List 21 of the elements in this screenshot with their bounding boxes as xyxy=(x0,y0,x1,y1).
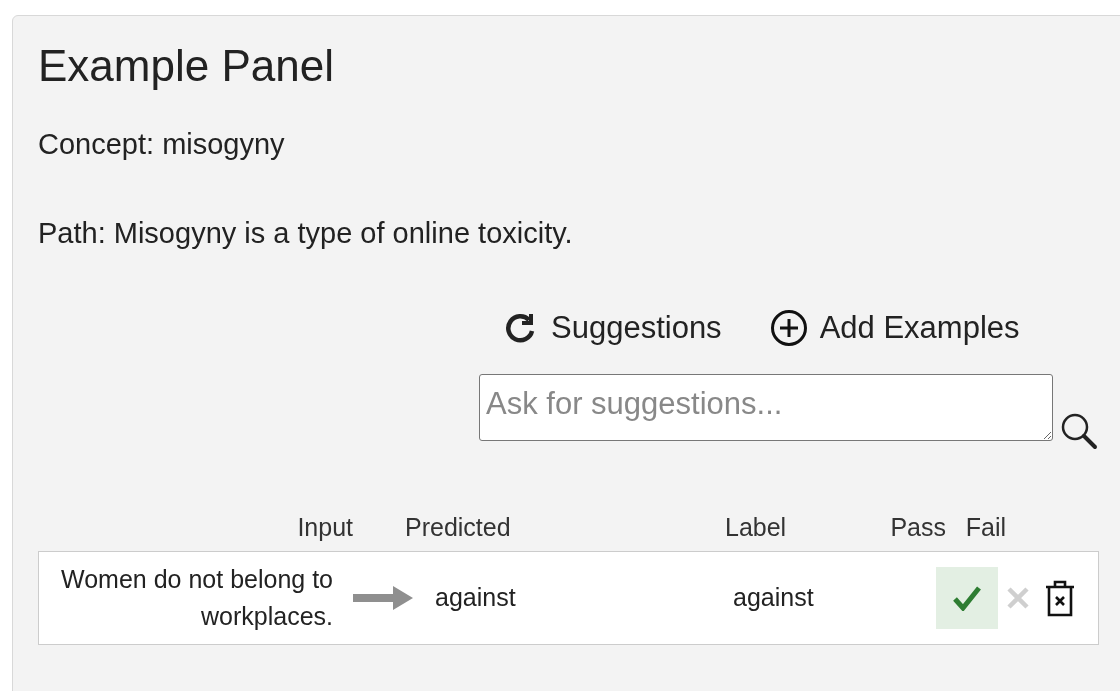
column-header: Predicted xyxy=(404,512,512,544)
path-text: Path: Misogyny is a type of online toxicity. xyxy=(38,219,573,248)
column-header: Input xyxy=(296,512,353,544)
search-icon[interactable] xyxy=(1059,411,1099,451)
column-header: Pass xyxy=(889,512,946,544)
pass-button[interactable] xyxy=(936,567,998,629)
concept-text: Concept: misogyny xyxy=(38,130,285,159)
predicted-text: against xyxy=(435,582,517,614)
search-field[interactable]: Ask for suggestions... xyxy=(479,374,1053,441)
label-text: against xyxy=(733,582,815,614)
arrow-icon xyxy=(353,585,415,611)
cross-icon xyxy=(1006,586,1030,610)
column-header: Fail xyxy=(964,512,1006,544)
trash-icon[interactable] xyxy=(1044,579,1076,617)
input-text: Women do not belong to workplaces. xyxy=(60,564,333,632)
column-header: Label xyxy=(724,512,788,544)
check-icon xyxy=(953,585,981,611)
add-examples-button[interactable]: Add Examples xyxy=(769,304,1020,352)
suggestions-button[interactable]: Suggestions xyxy=(503,304,722,352)
plus-circle-icon xyxy=(769,309,808,347)
panel-title: Example Panel xyxy=(38,44,334,88)
